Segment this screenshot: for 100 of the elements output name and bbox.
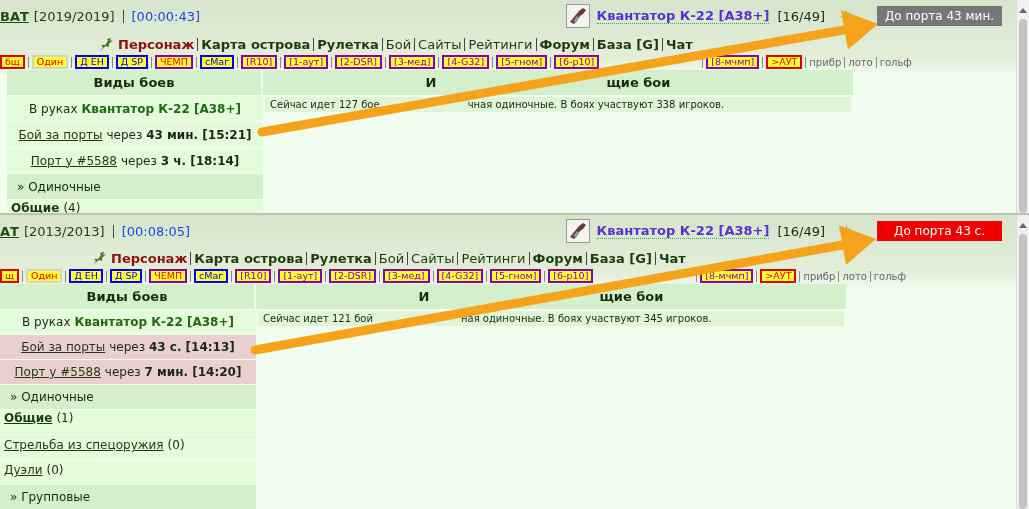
nav-link[interactable]: Персонаж bbox=[118, 37, 195, 52]
count-text: (1) bbox=[56, 411, 74, 425]
tag-link[interactable]: [5-гном] bbox=[490, 269, 542, 283]
info-text: Сейчас идет 121 бой bbox=[263, 313, 373, 324]
tag-link[interactable]: Д SP bbox=[115, 55, 149, 69]
nav-link[interactable]: Форум bbox=[532, 251, 583, 266]
link[interactable]: Порт у #5588 bbox=[30, 153, 117, 168]
gun-icon bbox=[565, 219, 590, 243]
nav-link[interactable]: Сайты bbox=[411, 251, 455, 266]
timer-text: через 43 мин. [15:21] bbox=[106, 127, 252, 142]
nav-link[interactable]: Бой bbox=[378, 251, 405, 266]
link[interactable]: Бой за порты bbox=[21, 340, 106, 354]
tag-link[interactable]: бщ bbox=[0, 55, 25, 69]
tag-link[interactable]: [3-мед] bbox=[383, 269, 430, 283]
column-heading: щие бои bbox=[599, 289, 664, 304]
tag-link[interactable]: ЧЕМП bbox=[155, 55, 193, 69]
tag-link[interactable]: [8-мчмп] bbox=[706, 55, 760, 69]
link[interactable]: Порт у #5588 bbox=[14, 365, 101, 379]
column-heading: Виды боев bbox=[0, 284, 256, 309]
tag-link[interactable]: >АУТ bbox=[766, 55, 803, 69]
count-text: (4) bbox=[63, 201, 81, 213]
weapon-link[interactable]: Квантатор К-22 [А38+] bbox=[596, 8, 770, 24]
column-heading: щие бои bbox=[606, 75, 671, 90]
info-text: Сейчас идет 127 бое bbox=[270, 99, 380, 110]
ammo-count: [16/49] bbox=[777, 8, 825, 24]
column-heading: Виды боев bbox=[7, 70, 263, 95]
category-link[interactable]: Дуэли bbox=[4, 463, 43, 477]
tag-link[interactable]: сМаг bbox=[194, 269, 229, 283]
lizard-icon bbox=[90, 250, 108, 267]
timer-text: [00:08:05] bbox=[121, 223, 191, 239]
scrollbar[interactable] bbox=[1016, 0, 1029, 213]
count-text: (0) bbox=[46, 463, 64, 477]
rating-text: [2013/2013] bbox=[23, 223, 105, 239]
tag-link[interactable]: Д ЕН bbox=[75, 55, 109, 69]
tag-link[interactable]: [5-гном] bbox=[496, 55, 548, 69]
timer-text: через 7 мин. [14:20] bbox=[104, 365, 242, 379]
tag-link[interactable]: [2-DSR] bbox=[335, 55, 382, 69]
nav-link[interactable]: Чат bbox=[665, 37, 693, 52]
tag-link[interactable]: Д ЕН bbox=[69, 269, 103, 283]
nav-link[interactable]: Форум bbox=[539, 37, 590, 52]
table-cell: В руках Квантатор К-22 [А38+] bbox=[0, 309, 256, 334]
tag-link[interactable]: Один bbox=[31, 55, 69, 69]
tag-link[interactable]: щ bbox=[0, 269, 19, 283]
tag-link[interactable]: >АУТ bbox=[760, 269, 797, 283]
nav-link[interactable]: Рулетка bbox=[310, 251, 372, 266]
scrollbar[interactable] bbox=[1016, 215, 1029, 509]
tag-link[interactable]: [R10] bbox=[235, 269, 272, 283]
nav-link[interactable]: Бой bbox=[385, 37, 412, 52]
nav-link[interactable]: Карта острова bbox=[201, 37, 311, 52]
section-header[interactable]: » Групповые bbox=[0, 484, 256, 509]
tag-link[interactable]: [R10] bbox=[241, 55, 278, 69]
nav-link[interactable]: Сайты bbox=[418, 37, 462, 52]
nav-link[interactable]: Рейтинги bbox=[461, 251, 526, 266]
timer-text: через 43 с. [14:13] bbox=[109, 340, 235, 354]
count-text: (0) bbox=[167, 438, 185, 452]
extra-link[interactable]: лото bbox=[848, 56, 873, 68]
extra-link[interactable]: лото bbox=[842, 270, 867, 282]
column-heading: И bbox=[418, 289, 430, 304]
category-link[interactable]: Общие bbox=[11, 201, 60, 213]
column-heading: И bbox=[425, 75, 437, 90]
nav-link[interactable]: Рейтинги bbox=[468, 37, 533, 52]
tag-link[interactable]: [4-G32] bbox=[436, 269, 484, 283]
tag-link[interactable]: Д SP bbox=[110, 269, 143, 283]
clan-link[interactable]: АТ bbox=[0, 223, 19, 239]
timer-text: через 3 ч. [18:14] bbox=[120, 153, 240, 168]
link[interactable]: Бой за порты bbox=[18, 127, 103, 142]
section-header[interactable]: » Одиночные bbox=[0, 384, 256, 409]
nav-link[interactable]: Персонаж bbox=[111, 251, 188, 266]
tag-link[interactable]: [6-р10] bbox=[554, 55, 600, 69]
tag-link[interactable]: [3-мед] bbox=[388, 55, 436, 69]
tag-link[interactable]: [4-G32] bbox=[442, 55, 490, 69]
tag-link[interactable]: [1-аут] bbox=[278, 269, 323, 283]
tag-link[interactable]: [2-DSR] bbox=[329, 269, 377, 283]
extra-link[interactable]: гольф bbox=[879, 56, 912, 68]
tag-link[interactable]: [6-р10] bbox=[548, 269, 594, 283]
info-text: чная одиночные. В боях участвуют 338 игроков. bbox=[467, 99, 725, 110]
tag-link[interactable]: Один bbox=[25, 269, 63, 283]
category-link[interactable]: Стрельба из спецоружия bbox=[4, 438, 164, 452]
nav-link[interactable]: Карта острова bbox=[194, 251, 304, 266]
table-cell: В руках Квантатор К-22 [А38+] bbox=[7, 95, 263, 121]
nav-link[interactable]: Чат bbox=[658, 251, 686, 266]
port-timer-badge: До порта 43 мин. bbox=[877, 6, 1002, 26]
nav-link[interactable]: База [G] bbox=[596, 37, 659, 52]
timer-text: [00:00:43] bbox=[131, 8, 201, 24]
extra-link[interactable]: прибр bbox=[803, 270, 836, 282]
extra-link[interactable]: гольф bbox=[873, 270, 907, 282]
nav-link[interactable]: База [G] bbox=[589, 251, 652, 266]
category-link[interactable]: Общие bbox=[4, 411, 53, 425]
weapon-link[interactable]: Квантатор К-22 [А38+] bbox=[596, 223, 770, 239]
rating-text: [2019/2019] bbox=[33, 8, 115, 24]
tag-link[interactable]: ЧЕМП bbox=[149, 269, 188, 283]
clan-link[interactable]: ВАТ bbox=[0, 8, 29, 24]
tag-link[interactable]: сМаг bbox=[199, 55, 235, 69]
extra-link[interactable]: прибр bbox=[809, 56, 842, 68]
section-header[interactable]: » Одиночные bbox=[7, 173, 263, 199]
lizard-icon bbox=[97, 36, 115, 53]
gun-icon bbox=[565, 4, 590, 28]
nav-link[interactable]: Рулетка bbox=[317, 37, 379, 52]
tag-link[interactable]: [1-аут] bbox=[284, 55, 329, 69]
port-timer-badge: До порта 43 с. bbox=[877, 221, 1002, 241]
